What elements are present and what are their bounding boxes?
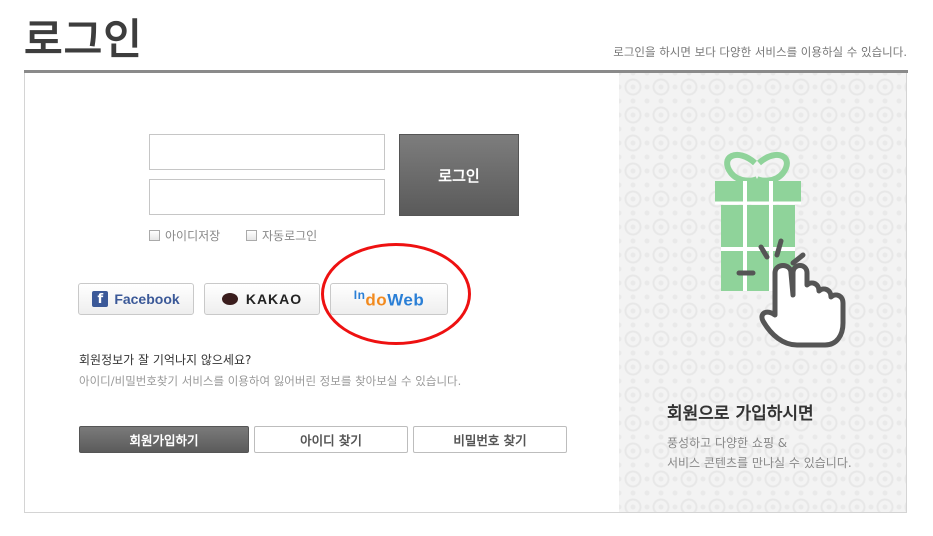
help-hint: 아이디/비밀번호찾기 서비스를 이용하여 잃어버린 정보를 찾아보실 수 있습니… xyxy=(79,374,462,388)
save-id-label: 아이디저장 xyxy=(165,229,221,243)
kakao-talk-icon xyxy=(221,293,238,305)
signup-promo: 회원으로 가입하시면 풍성하고 다양한 쇼핑 & 서비스 콘텐츠를 만나실 수 … xyxy=(619,73,906,512)
login-panel: 로그인 아이디저장 자동로그인 f Facebook KAKAO IndoWeb… xyxy=(24,73,907,513)
page-title: 로그인 xyxy=(24,15,143,64)
promo-description-line: 풍성하고 다양한 쇼핑 & xyxy=(667,436,788,450)
login-section: 로그인 아이디저장 자동로그인 f Facebook KAKAO IndoWeb… xyxy=(25,73,619,512)
login-button[interactable]: 로그인 xyxy=(399,134,519,216)
auto-login-option[interactable]: 자동로그인 xyxy=(246,227,317,244)
facebook-icon: f xyxy=(92,291,109,307)
gift-click-icon xyxy=(715,151,846,348)
auto-login-label: 자동로그인 xyxy=(262,229,318,243)
signup-label: 회원가입하기 xyxy=(129,433,199,448)
help-question: 회원정보가 잘 기억나지 않으세요? xyxy=(79,353,252,367)
facebook-label: Facebook xyxy=(114,291,180,307)
promo-description-line: 서비스 콘텐츠를 만나실 수 있습니다. xyxy=(667,456,852,470)
annotation-circle xyxy=(321,243,471,345)
find-id-button[interactable]: 아이디 찾기 xyxy=(254,426,408,453)
password-input[interactable] xyxy=(149,179,385,215)
kakao-label: KAKAO xyxy=(245,291,303,307)
promo-description: 풍성하고 다양한 쇼핑 & 서비스 콘텐츠를 만나실 수 있습니다. xyxy=(667,433,852,473)
save-id-checkbox[interactable] xyxy=(149,230,160,241)
find-password-button[interactable]: 비밀번호 찾기 xyxy=(413,426,567,453)
login-button-label: 로그인 xyxy=(438,166,480,185)
kakao-login-button[interactable]: KAKAO xyxy=(204,283,320,315)
find-password-label: 비밀번호 찾기 xyxy=(453,433,527,448)
promo-title: 회원으로 가입하시면 xyxy=(667,404,814,424)
auto-login-checkbox[interactable] xyxy=(246,230,257,241)
header-description: 로그인을 하시면 보다 다양한 서비스를 이용하실 수 있습니다. xyxy=(613,45,907,59)
facebook-login-button[interactable]: f Facebook xyxy=(78,283,194,315)
signup-button[interactable]: 회원가입하기 xyxy=(79,426,249,453)
save-id-option[interactable]: 아이디저장 xyxy=(149,227,220,244)
find-id-label: 아이디 찾기 xyxy=(300,433,362,448)
id-input[interactable] xyxy=(149,134,385,170)
